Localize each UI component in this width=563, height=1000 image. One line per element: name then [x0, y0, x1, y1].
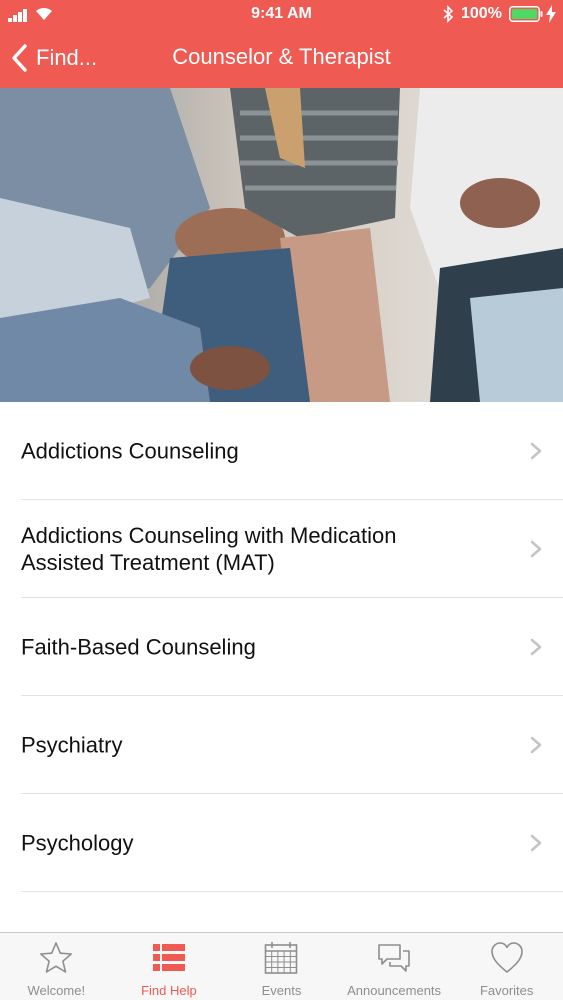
list-item-label: Faith-Based Counseling	[21, 634, 256, 660]
group-therapy-photo	[0, 88, 563, 402]
tab-find-help[interactable]: Find Help	[113, 933, 226, 1000]
chat-bubbles-icon	[378, 944, 410, 972]
list-item[interactable]: Faith-Based Counseling	[0, 598, 563, 696]
category-list: Addictions Counseling Addictions Counsel…	[0, 402, 563, 892]
chevron-right-icon	[530, 834, 542, 852]
chevron-right-icon	[530, 540, 542, 558]
list-item[interactable]: Addictions Counseling	[0, 402, 563, 500]
star-icon	[40, 942, 73, 973]
chevron-right-icon	[530, 736, 542, 754]
bluetooth-icon	[443, 5, 454, 23]
tab-label: Announcements	[347, 983, 442, 998]
tab-label: Favorites	[479, 983, 534, 998]
tab-welcome[interactable]: Welcome!	[0, 933, 113, 1000]
tab-events[interactable]: Events	[225, 933, 338, 1000]
list-item-label: Addictions Counseling with Medication As…	[21, 523, 397, 575]
heart-icon	[490, 942, 523, 973]
battery-percent: 100%	[461, 5, 502, 22]
chevron-right-icon	[530, 638, 542, 656]
tab-label: Find Help	[141, 983, 197, 998]
list-item-label: Psychology	[21, 830, 134, 856]
status-bar: 9:41 AM 100%	[0, 0, 563, 30]
battery-icon	[509, 6, 543, 22]
app-header: 9:41 AM 100% Find... Counselor & Therapi…	[0, 0, 563, 88]
tab-label: Welcome!	[27, 983, 86, 998]
calendar-icon	[265, 942, 298, 974]
tab-bar: Welcome! Find Help Events Announcements …	[0, 932, 563, 1000]
list-item[interactable]: Psychiatry	[0, 696, 563, 794]
navigation-bar: Find... Counselor & Therapist	[0, 30, 563, 88]
chevron-right-icon	[530, 442, 542, 460]
tab-label: Events	[261, 983, 302, 998]
list-item[interactable]: Psychology	[0, 794, 563, 892]
tab-favorites[interactable]: Favorites	[450, 933, 563, 1000]
list-item-label: Psychiatry	[21, 732, 123, 758]
list-icon	[152, 944, 185, 971]
charging-bolt-icon	[546, 5, 556, 23]
list-item[interactable]: Addictions Counseling with Medication As…	[0, 500, 563, 598]
row-divider	[21, 891, 563, 892]
page-title: Counselor & Therapist	[172, 44, 391, 69]
list-item-label: Addictions Counseling	[21, 438, 239, 464]
tab-announcements[interactable]: Announcements	[338, 933, 451, 1000]
